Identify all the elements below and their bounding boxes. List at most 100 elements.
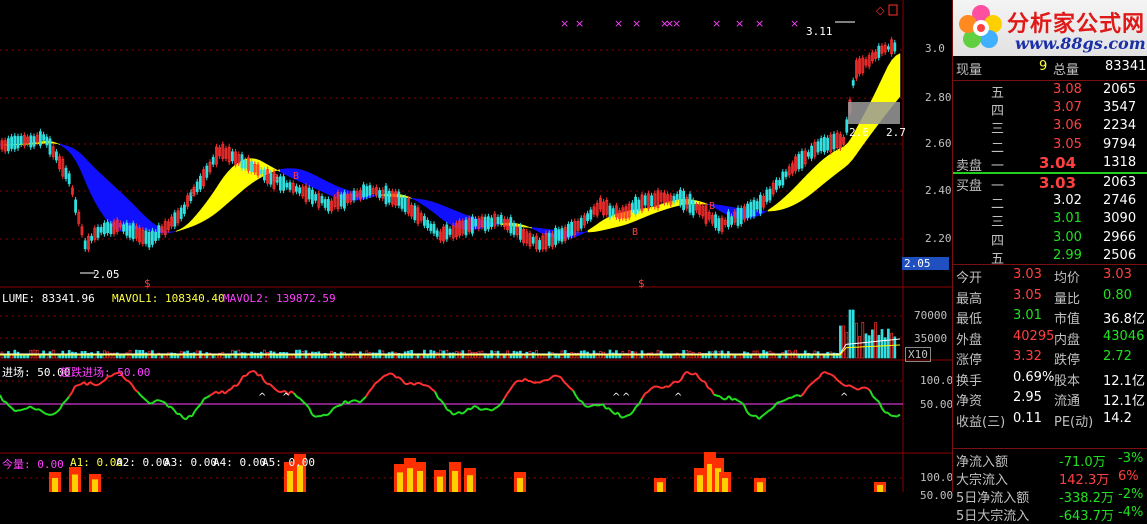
ma-ribbon-segment [652, 206, 656, 214]
oscillator-segment [837, 380, 840, 382]
volume-tick: 35000 [914, 332, 947, 345]
oscillator-segment [39, 409, 42, 411]
flame-bar-inner [52, 478, 58, 492]
buy-marker: B [632, 227, 638, 238]
candle-body [46, 137, 48, 145]
candle-body [689, 194, 691, 212]
candle-body [487, 217, 489, 229]
oscillator-segment [297, 397, 300, 398]
oscillator-segment [507, 390, 510, 394]
oscillator-segment [807, 385, 810, 388]
candle-body [571, 222, 573, 235]
candle-body [644, 196, 646, 205]
candle-body [747, 204, 749, 217]
oscillator-segment [291, 391, 294, 393]
oscillator-segment [777, 402, 780, 403]
ma-ribbon-segment [324, 180, 328, 194]
buy-price: 3.02 [1053, 193, 1082, 208]
oscillator-segment [774, 403, 777, 407]
stat-label: 量比 [1054, 288, 1080, 307]
buy-level-row: 买盘一3.032063 [953, 174, 1147, 194]
volume-unit: X10 [905, 347, 931, 362]
candle-body [286, 183, 288, 187]
candle-body [612, 209, 614, 215]
candle-body [852, 81, 854, 86]
candle-body [673, 196, 675, 201]
oscillator-segment [276, 390, 279, 392]
price-tick: 2.20 [925, 232, 952, 245]
candle-body [779, 180, 781, 185]
flow-row: 大宗流入142.3万6% [953, 468, 1147, 488]
oscillator-segment [21, 409, 24, 410]
oscillator-segment [213, 392, 216, 394]
ma-ribbon-segment [224, 172, 228, 206]
oscillator-segment [810, 382, 813, 385]
oscillator-segment [135, 390, 138, 392]
oscillator-segment [864, 387, 867, 388]
buy-price: 3.01 [1053, 211, 1082, 226]
candle-body [324, 200, 326, 208]
bottom-label: 今量: 0.00 [2, 456, 64, 472]
oscillator-segment [339, 405, 342, 406]
ma-ribbon-segment [440, 205, 444, 221]
oscillator-segment [696, 373, 699, 378]
candle-body [206, 166, 208, 177]
oscillator-segment [450, 411, 453, 415]
stat-value: 0.80 [1103, 288, 1132, 303]
oscillator-segment [87, 382, 90, 385]
chart-canvas[interactable]: ×××××××××××◇^^^^^^ [0, 0, 952, 492]
flame-bar-inner [467, 475, 473, 492]
candle-body [775, 180, 777, 189]
candle-body [715, 215, 717, 228]
signal-x-marker: × [560, 17, 569, 30]
stat-label: 外盘 [956, 329, 982, 348]
kline-chart-area[interactable]: ×××××××××××◇^^^^^^ 3.0 2.80 2.60 2.40 2.… [0, 0, 952, 492]
oscillator-segment [360, 399, 363, 402]
candle-body [263, 170, 265, 180]
oscillator-segment [645, 392, 648, 394]
oscillator-segment [759, 416, 762, 419]
oscillator-segment [624, 416, 627, 418]
oscillator-segment [420, 383, 423, 385]
oscillator-segment [201, 399, 204, 404]
ma-ribbon-segment [68, 146, 72, 155]
oscillator-segment [792, 396, 795, 398]
oscillator-segment [699, 378, 702, 381]
candle-body [231, 152, 233, 161]
oscillator-segment [576, 396, 579, 400]
ma-ribbon-segment [600, 220, 604, 231]
flame-bar-inner [722, 478, 728, 492]
candle-body [587, 214, 589, 221]
candle-body [631, 203, 633, 210]
candle-body [353, 191, 355, 200]
buy-level-row: 二3.022746 [953, 192, 1147, 212]
flame-bar-inner [517, 478, 523, 492]
oscillator-segment [192, 411, 195, 416]
oscillator-segment [255, 371, 258, 375]
stat-value: 3.01 [1013, 308, 1042, 323]
flow-pct: -4% [1118, 505, 1143, 520]
oscillator-segment [186, 416, 189, 420]
ma-ribbon-segment [52, 142, 56, 144]
sell-price: 3.06 [1053, 118, 1082, 133]
high-annotation: 3.11 [806, 25, 833, 38]
stat-label: 跌停 [1054, 349, 1080, 368]
ma-ribbon-segment [448, 208, 452, 226]
oscillator-segment [150, 403, 153, 404]
ma-ribbon-segment [700, 202, 704, 205]
oscillator-segment [387, 373, 390, 375]
oscillator-segment [246, 373, 249, 376]
site-logo[interactable]: 分析家公式网 www.88gs.com [953, 0, 1147, 56]
oscillator-segment [432, 389, 435, 391]
sell-prefix: 卖盘 [956, 155, 982, 174]
oscillator-segment [741, 402, 744, 405]
candle-body [539, 240, 541, 249]
volume-bar [871, 330, 873, 358]
ma-ribbon-segment [236, 162, 240, 196]
ma-ribbon-segment [60, 144, 64, 147]
candle-body [782, 172, 784, 185]
oscillator-peak-marker: ^ [840, 392, 848, 403]
candle-body [84, 241, 86, 249]
oscillator-segment [870, 390, 873, 396]
oscillator-segment [477, 407, 480, 410]
